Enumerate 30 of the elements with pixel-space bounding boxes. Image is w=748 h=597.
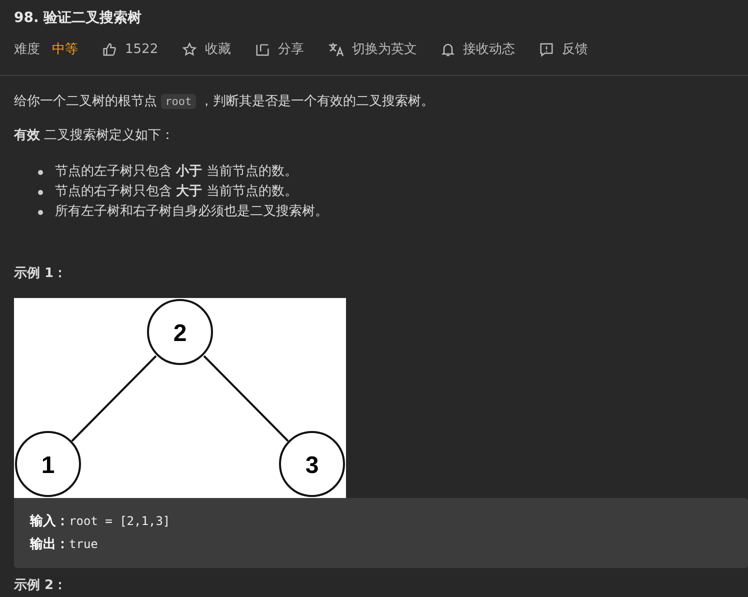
bullet-icon [38, 170, 43, 174]
example-heading: 示例 2： [14, 577, 68, 594]
share-button[interactable]: 分享 [255, 40, 304, 58]
translate-button[interactable]: 切换为英文 [328, 40, 418, 58]
bell-button[interactable]: 接收动态 [441, 40, 516, 58]
rule-text: 所有左子树和右子树自身必须也是二叉搜索树。 [55, 203, 328, 221]
translate-icon [328, 42, 344, 56]
bell-icon [441, 42, 456, 56]
example-line: 输入：root = [2,1,3] [30, 512, 172, 531]
share-icon [255, 42, 270, 56]
tree-node: 2 [147, 299, 213, 365]
example-heading: 示例 1： [14, 265, 68, 282]
rule-text: 节点的左子树只包含 小于 当前节点的数。 [55, 163, 298, 181]
feedback-icon [539, 42, 554, 56]
star-icon [182, 42, 198, 56]
problem-title: 98. 验证二叉搜索树 [14, 9, 143, 27]
like-button[interactable]: 1522 [102, 42, 158, 56]
example-line: 输出：true [30, 536, 99, 554]
bullet-icon [38, 210, 43, 214]
tree-node: 1 [15, 431, 81, 497]
rule-text: 节点的右子树只包含 大于 当前节点的数。 [55, 183, 298, 201]
thumbs-up-icon [102, 42, 117, 56]
difficulty-value: 中等 [52, 41, 78, 58]
definition-text: 有效 二叉搜索树定义如下： [14, 127, 176, 145]
star-button[interactable]: 收藏 [182, 40, 232, 58]
tree-node: 3 [279, 431, 345, 497]
intro-text: 给你一个二叉树的根节点 root ，判断其是否是一个有效的二叉搜索树。 [14, 93, 435, 111]
bullet-icon [38, 190, 43, 194]
difficulty-label: 难度 [14, 41, 40, 58]
feedback-button[interactable]: 反馈 [539, 40, 588, 58]
